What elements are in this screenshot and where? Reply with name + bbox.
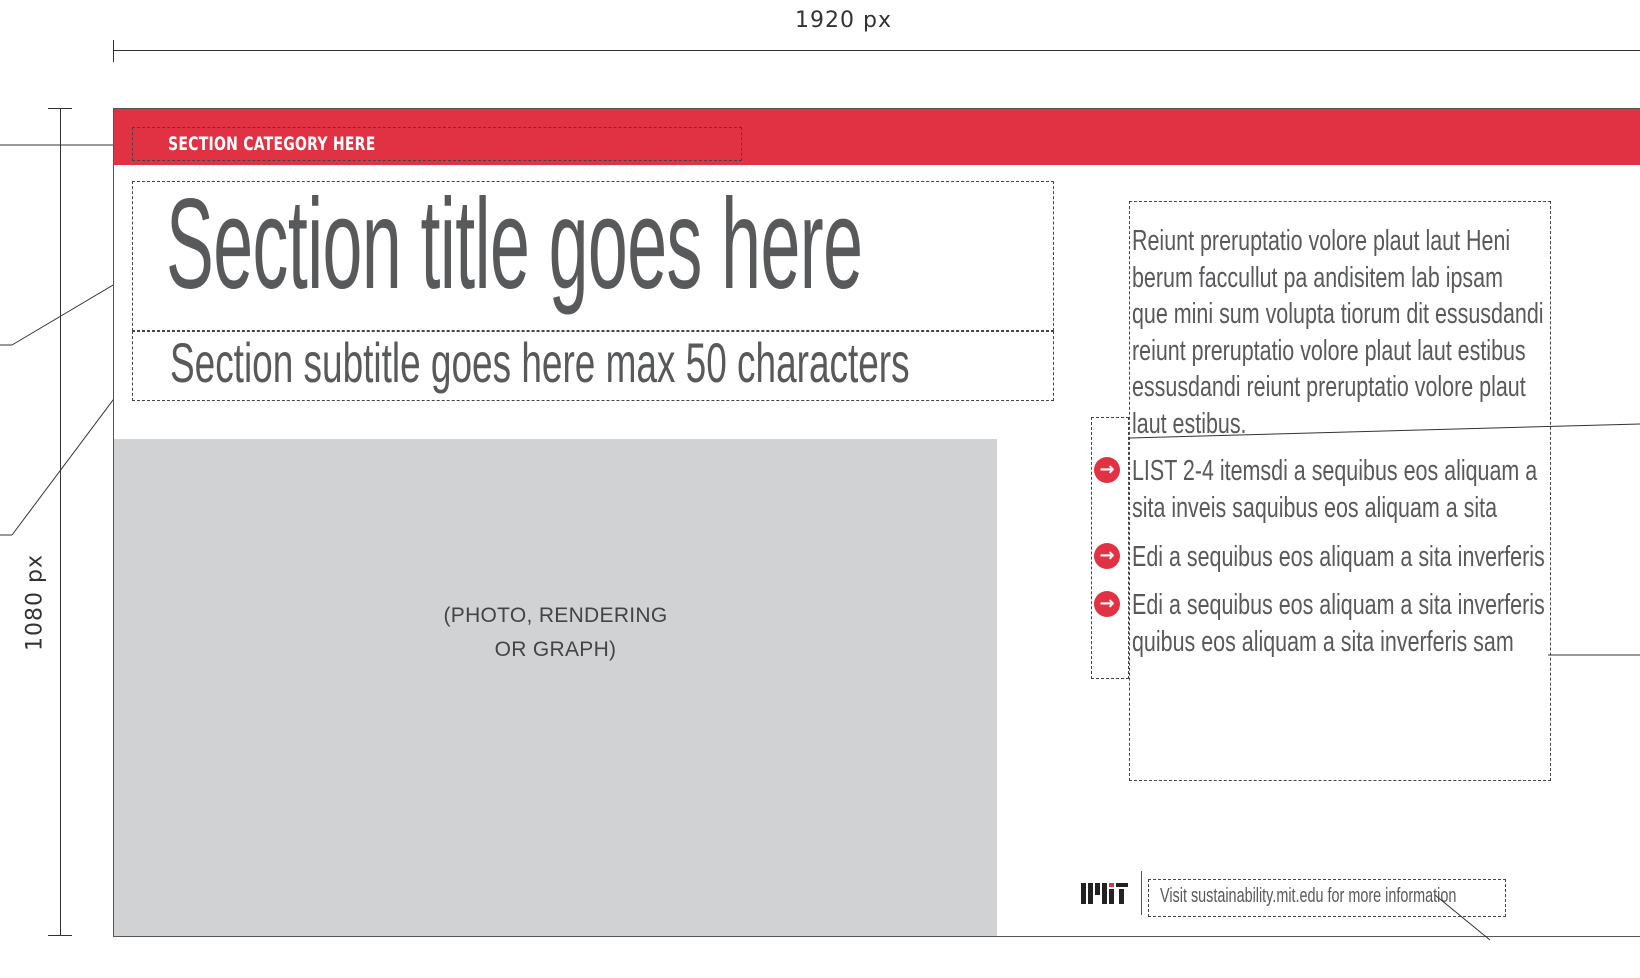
height-label: 1080 px — [22, 554, 48, 651]
width-dimension: 1920 px — [0, 0, 1640, 70]
body-line: reiunt preruptatio volore plaut laut est… — [1132, 334, 1526, 367]
body-line: berum faccullut pa andisitem lab ipsam — [1132, 261, 1503, 294]
section-subtitle: Section subtitle goes here max 50 charac… — [170, 331, 910, 394]
section-category: SECTION CATEGORY HERE — [168, 133, 376, 155]
callout-lines-right — [1129, 423, 1640, 941]
section-title: Section title goes here — [166, 173, 863, 316]
photo-label-line-2: OR GRAPH) — [494, 638, 617, 661]
photo-placeholder-label: (PHOTO, RENDERING OR GRAPH) — [114, 599, 997, 667]
width-label: 1920 px — [795, 8, 892, 33]
photo-placeholder: (PHOTO, RENDERING OR GRAPH) — [114, 439, 997, 936]
width-line — [113, 50, 1640, 51]
height-tick-bottom — [48, 935, 72, 936]
photo-label-line-1: (PHOTO, RENDERING — [443, 604, 668, 627]
body-line: Reiunt preruptatio volore plaut laut Hen… — [1132, 225, 1511, 257]
body-line: que mini sum volupta tiorum dit essusdan… — [1132, 298, 1544, 330]
